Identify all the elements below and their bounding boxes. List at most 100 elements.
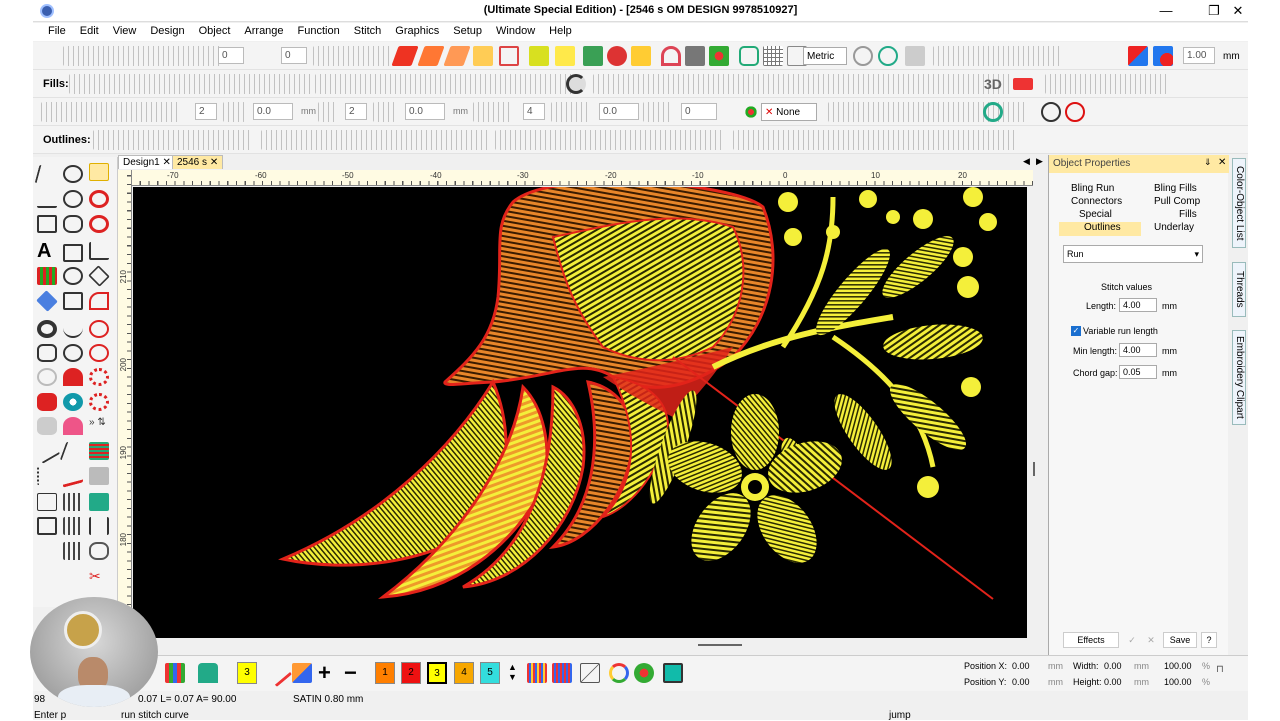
angle-tool-icon[interactable] (89, 242, 109, 260)
hexagon-icon[interactable] (37, 344, 57, 362)
link-special[interactable]: Special (1079, 209, 1112, 220)
lettering-tool-icon[interactable] (631, 46, 651, 66)
more-tools-icon[interactable]: » ⇅ (89, 417, 109, 435)
run-stitch-icon[interactable] (443, 46, 471, 66)
tab-embroidery-clipart[interactable]: Embroidery Clipart (1232, 330, 1246, 425)
heart-icon[interactable] (63, 417, 83, 435)
arc-icon[interactable] (89, 292, 109, 310)
tab-scroll-left-icon[interactable]: ◀ (1023, 156, 1030, 167)
tab-color-object-list[interactable]: Color-Object List (1232, 158, 1246, 248)
vertical-scroll-thumb[interactable] (1033, 462, 1035, 476)
wave-icon[interactable] (63, 320, 83, 338)
menu-graphics[interactable]: Graphics (388, 23, 446, 37)
palette-grid-icon[interactable] (165, 663, 185, 683)
spin-d[interactable]: 0.0 (405, 103, 445, 120)
picture-icon[interactable] (583, 46, 603, 66)
knife-icon[interactable] (33, 438, 61, 464)
zoom-spin[interactable]: 1.00 (1183, 47, 1215, 64)
lock-icon[interactable] (37, 493, 57, 511)
flower-red-icon[interactable] (89, 393, 109, 411)
outline-type-select[interactable]: Run ▾ (1063, 245, 1203, 263)
outline-style-icons[interactable] (93, 130, 253, 150)
menu-stitch[interactable]: Stitch (347, 23, 389, 37)
text-tool-icon[interactable]: A (37, 241, 57, 261)
shape-icon[interactable] (63, 292, 83, 310)
handle-icon[interactable] (89, 542, 109, 560)
horizontal-scrollbar[interactable] (133, 638, 1027, 652)
fill-style-icons[interactable] (315, 74, 575, 94)
vertical-scrollbar[interactable] (1027, 187, 1041, 638)
close-button[interactable]: ✕ (1225, 2, 1251, 20)
shapes-toolbar-icon[interactable] (933, 46, 1063, 66)
effects-button[interactable]: Effects (1063, 632, 1119, 648)
close-tab-icon[interactable]: ✕ (210, 157, 218, 168)
appliqué-icon[interactable] (89, 493, 109, 511)
restore-button[interactable]: ❐ (1201, 2, 1227, 20)
stitch-player-icon[interactable] (905, 46, 925, 66)
spin-c[interactable]: 2 (345, 103, 367, 120)
panel-close-icon[interactable]: ✕ (1218, 157, 1226, 168)
measure-icon[interactable] (853, 46, 873, 66)
paint-bucket-icon[interactable] (292, 663, 312, 683)
diamond-icon[interactable] (36, 290, 58, 312)
link-fills[interactable]: Fills (1179, 209, 1197, 220)
gear-red-icon[interactable] (89, 368, 109, 386)
height-value[interactable]: 0.00 (1104, 677, 1122, 687)
pattern-icon[interactable] (318, 102, 338, 122)
dotted-line-icon[interactable] (37, 467, 57, 485)
chenille-icon[interactable] (555, 46, 575, 66)
color-sort-icon[interactable] (552, 663, 572, 683)
cutwork-icon[interactable] (529, 46, 549, 66)
node-tools-icon[interactable] (473, 102, 513, 122)
menu-arrange[interactable]: Arrange (237, 23, 290, 37)
variable-run-checkbox[interactable]: ✓ (1071, 326, 1081, 336)
cancel-button[interactable]: ✕ (1143, 632, 1159, 648)
hoop-icon[interactable] (661, 46, 681, 66)
hexagon-gray-icon[interactable] (37, 417, 57, 435)
arc-gray-icon[interactable] (37, 368, 57, 386)
circular-fill-icon[interactable] (566, 74, 586, 94)
menu-edit[interactable]: Edit (73, 23, 106, 37)
select2-icon[interactable] (59, 442, 87, 460)
color-shapes-icon[interactable] (607, 46, 627, 66)
minimize-button[interactable]: — (1153, 2, 1179, 20)
close-tab-icon[interactable]: ✕ (162, 157, 170, 168)
design-canvas[interactable] (133, 187, 1027, 638)
line-style-select[interactable]: ✕ None (761, 103, 817, 121)
stitch-pattern-icon[interactable] (63, 493, 83, 511)
special-fill-icons[interactable] (593, 74, 1013, 94)
stitch-angle-icon[interactable] (551, 102, 591, 122)
freehand-icon[interactable] (63, 190, 83, 208)
fill-extra-icons[interactable] (1045, 74, 1170, 94)
zigzag-icon[interactable] (63, 464, 83, 488)
rectangle-icon[interactable] (63, 244, 83, 262)
menu-view[interactable]: View (106, 23, 144, 37)
tab-2546s[interactable]: 2546 s ✕ (172, 155, 224, 169)
thread-spool-icon[interactable] (663, 663, 683, 683)
color-wheel-icon[interactable] (709, 46, 729, 66)
current-color-swatch[interactable]: 3 (237, 662, 257, 684)
units-select[interactable]: Metric (803, 47, 847, 65)
stitch-pattern2-icon[interactable] (63, 517, 83, 535)
spin-f[interactable]: 0.0 (599, 103, 639, 120)
fill-stitch-icon[interactable] (417, 46, 445, 66)
reshape-icon[interactable] (63, 165, 83, 183)
chord-gap-input[interactable]: 0.05 (1119, 365, 1157, 379)
hexagon-red-icon[interactable] (37, 393, 57, 411)
select-arrow-icon[interactable] (34, 165, 60, 183)
transform-tools-icon[interactable] (63, 46, 223, 66)
width-percent[interactable]: 100.00 (1164, 661, 1192, 671)
outline-extra-icons[interactable] (733, 130, 1018, 150)
no-entry-icon[interactable] (1065, 102, 1085, 122)
color-swatch-2[interactable]: 2 (401, 662, 421, 684)
circle-green-icon[interactable] (983, 102, 1003, 122)
length-input[interactable]: 4.00 (1119, 298, 1157, 312)
color-change-icon[interactable] (1128, 46, 1148, 66)
stack-icon[interactable] (89, 467, 109, 485)
menu-window[interactable]: Window (489, 23, 542, 37)
palette-scroll-icon[interactable]: ▲ ▼ (508, 662, 517, 682)
link-pull-comp[interactable]: Pull Comp (1154, 196, 1200, 207)
travel-icon[interactable] (878, 46, 898, 66)
color-swatch-4[interactable]: 4 (454, 662, 474, 684)
lock-proportion-icon[interactable]: ⊓ (1216, 664, 1224, 675)
